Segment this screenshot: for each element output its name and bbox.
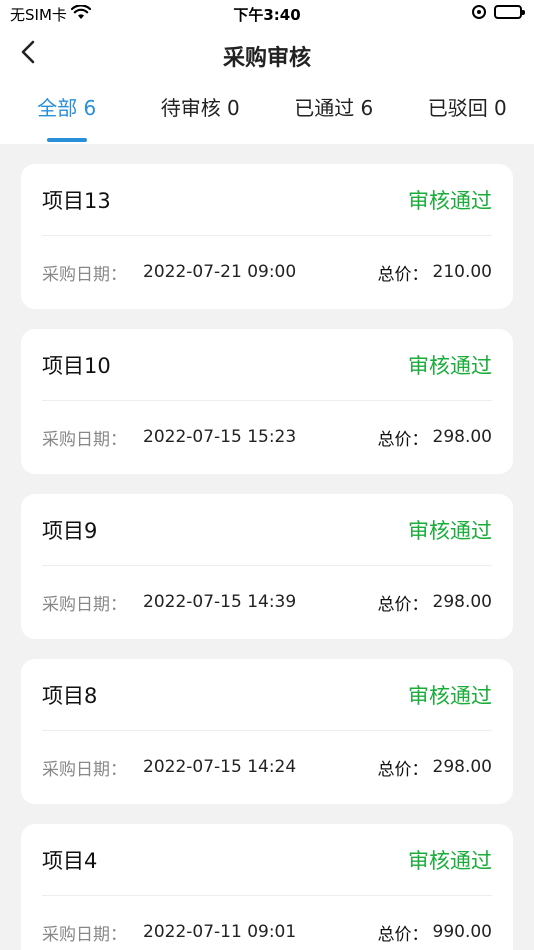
tab-rejected[interactable]: 已驳回 0: [401, 80, 534, 144]
price-label: 总价：: [377, 759, 429, 780]
date-group: 采购日期： 2022-07-21 09:00: [42, 260, 296, 285]
purchase-date: 2022-07-15 14:24: [143, 757, 297, 777]
purchase-date: 2022-07-11 09:01: [143, 922, 297, 942]
card-header: 项目4 审核通过: [42, 824, 492, 896]
list-item[interactable]: 项目9 审核通过 采购日期： 2022-07-15 14:39 总价： 298.…: [21, 494, 513, 639]
card-header: 项目10 审核通过: [42, 329, 492, 401]
total-price: 210.00: [432, 262, 492, 282]
status-badge: 审核通过: [408, 188, 492, 213]
list-item[interactable]: 项目4 审核通过 采购日期： 2022-07-11 09:01 总价： 990.…: [21, 824, 513, 950]
total-price: 990.00: [432, 922, 492, 942]
price-group: 总价： 298.00: [378, 590, 492, 615]
item-name: 项目9: [42, 518, 98, 543]
card-footer: 采购日期： 2022-07-15 14:39 总价： 298.00: [42, 566, 492, 638]
purchase-list: 项目13 审核通过 采购日期： 2022-07-21 09:00 总价： 210…: [0, 144, 534, 950]
battery-icon: [494, 5, 525, 19]
card-header: 项目9 审核通过: [42, 494, 492, 566]
page-title: 采购审核: [222, 46, 311, 71]
date-label: 采购日期：: [42, 264, 127, 285]
item-name: 项目4: [42, 848, 98, 873]
header: 无SIM卡 下午3:40 采购审核 全部 6 待审核 0 已通过 6 已驳回 0: [0, 0, 534, 144]
price-group: 总价： 990.00: [378, 920, 492, 945]
list-item[interactable]: 项目8 审核通过 采购日期： 2022-07-15 14:24 总价： 298.…: [21, 659, 513, 804]
date-group: 采购日期： 2022-07-15 14:24: [42, 755, 296, 780]
price-label: 总价：: [377, 264, 429, 285]
date-group: 采购日期： 2022-07-15 14:39: [42, 590, 296, 615]
status-bar: 无SIM卡 下午3:40: [0, 0, 534, 28]
price-label: 总价：: [377, 594, 429, 615]
date-label: 采购日期：: [42, 594, 127, 615]
list-item[interactable]: 项目13 审核通过 采购日期： 2022-07-21 09:00 总价： 210…: [21, 164, 513, 309]
price-label: 总价：: [377, 429, 429, 450]
item-name: 项目13: [42, 188, 111, 213]
price-label: 总价：: [377, 924, 429, 945]
item-name: 项目10: [42, 353, 111, 378]
date-group: 采购日期： 2022-07-15 15:23: [42, 425, 296, 450]
purchase-date: 2022-07-15 15:23: [143, 427, 297, 447]
price-group: 总价： 298.00: [378, 425, 492, 450]
status-badge: 审核通过: [408, 848, 492, 873]
tab-bar: 全部 6 待审核 0 已通过 6 已驳回 0: [0, 80, 534, 144]
date-label: 采购日期：: [42, 759, 127, 780]
purchase-date: 2022-07-21 09:00: [143, 262, 297, 282]
status-badge: 审核通过: [408, 518, 492, 543]
status-time: 下午3:40: [233, 6, 301, 24]
card-footer: 采购日期： 2022-07-15 15:23 总价： 298.00: [42, 401, 492, 473]
purchase-date: 2022-07-15 14:39: [143, 592, 297, 612]
total-price: 298.00: [432, 427, 492, 447]
date-group: 采购日期： 2022-07-11 09:01: [42, 920, 296, 945]
price-group: 总价： 210.00: [378, 260, 492, 285]
date-label: 采购日期：: [42, 429, 127, 450]
status-right: [472, 5, 525, 19]
price-group: 总价： 298.00: [378, 755, 492, 780]
card-header: 项目13 审核通过: [42, 164, 492, 236]
status-badge: 审核通过: [408, 683, 492, 708]
orientation-lock-icon: [472, 5, 486, 19]
nav-bar: 采购审核: [0, 28, 534, 80]
tab-approved[interactable]: 已通过 6: [267, 80, 401, 144]
total-price: 298.00: [432, 592, 492, 612]
card-footer: 采购日期： 2022-07-11 09:01 总价： 990.00: [42, 896, 492, 950]
card-footer: 采购日期： 2022-07-15 14:24 总价： 298.00: [42, 731, 492, 803]
list-item[interactable]: 项目10 审核通过 采购日期： 2022-07-15 15:23 总价： 298…: [21, 329, 513, 474]
total-price: 298.00: [432, 757, 492, 777]
card-header: 项目8 审核通过: [42, 659, 492, 731]
tab-pending[interactable]: 待审核 0: [134, 80, 268, 144]
item-name: 项目8: [42, 683, 98, 708]
status-badge: 审核通过: [408, 353, 492, 378]
card-footer: 采购日期： 2022-07-21 09:00 总价： 210.00: [42, 236, 492, 308]
tab-all[interactable]: 全部 6: [0, 80, 134, 144]
date-label: 采购日期：: [42, 924, 127, 945]
